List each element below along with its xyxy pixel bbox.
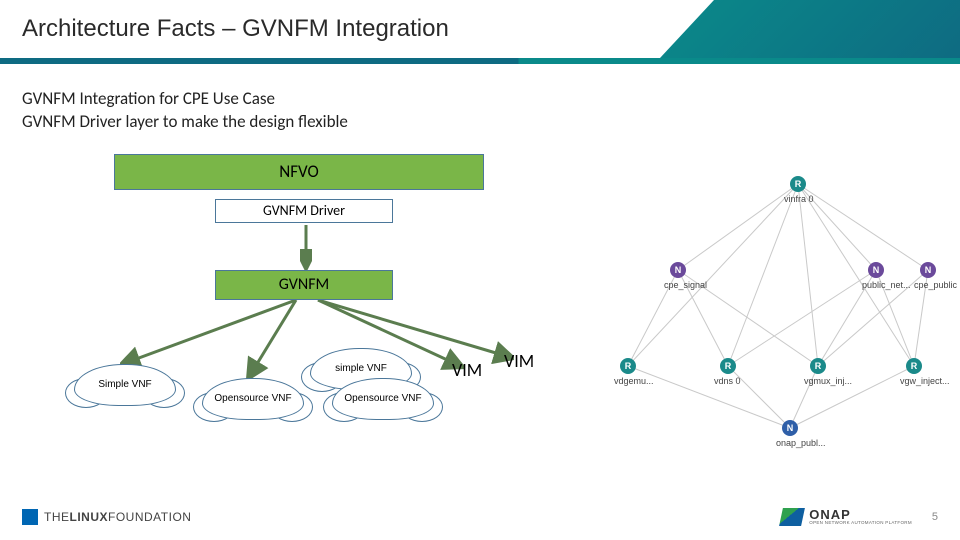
onap-icon (779, 508, 805, 526)
topo-node-R3: R (810, 358, 826, 374)
arrow-driver-to-gvnfm (300, 225, 312, 270)
topology-graph: Rvinfra 0Ncpe_signalNpublic_net...Ncpe_p… (600, 170, 940, 440)
cloud-opensource-vnf-1: Opensource VNF (202, 378, 304, 420)
linux-linux: LINUX (70, 510, 109, 524)
topo-caption-R2: vdns 0 (714, 376, 741, 386)
cloud-opensource-vnf-2: Opensource VNF (332, 378, 434, 420)
description-line-1: GVNFM Integration for CPE Use Case (22, 88, 938, 111)
description-line-2: GVNFM Driver layer to make the design fl… (22, 111, 938, 134)
topo-node-onap_publ: N (782, 420, 798, 436)
page-title: Architecture Facts – GVNFM Integration (22, 15, 449, 43)
topo-caption-R1: vdgemu... (614, 376, 654, 386)
arrow-gvnfm-to-opensource (244, 300, 304, 380)
topo-caption-R4: vgw_inject... (900, 376, 950, 386)
topo-node-cpe_signal: N (670, 262, 686, 278)
topology-edges (600, 170, 940, 440)
topo-node-cpe_public: N (920, 262, 936, 278)
topo-caption-public_net: public_net... (862, 280, 911, 290)
cloud-simple-vnf: Simple VNF (74, 364, 176, 406)
title-bar: Architecture Facts – GVNFM Integration (0, 0, 960, 58)
title-banner (660, 0, 960, 58)
footer: THELINUXFOUNDATION ONAP OPEN NETWORK AUT… (0, 502, 960, 532)
vim-label-1: VIM (452, 359, 482, 381)
topo-node-public_net: N (868, 262, 884, 278)
topo-caption-cpe_public: cpe_public (914, 280, 957, 290)
topo-node-R_top: R (790, 176, 806, 192)
topo-caption-onap_publ: onap_publ... (776, 438, 826, 448)
onap-logo: ONAP OPEN NETWORK AUTOMATION PLATFORM 5 (781, 508, 938, 526)
gvnfm-box: GVNFM (215, 270, 393, 300)
linux-foundation-logo: THELINUXFOUNDATION (22, 509, 191, 525)
linux-the: THE (44, 510, 70, 524)
vim-label-2: VIM (504, 350, 534, 372)
onap-subtitle: OPEN NETWORK AUTOMATION PLATFORM (809, 521, 912, 526)
gvnfm-driver-box: GVNFM Driver (215, 199, 393, 223)
topo-caption-cpe_signal: cpe_signal (664, 280, 707, 290)
page-number: 5 (932, 511, 938, 523)
topo-node-R1: R (620, 358, 636, 374)
nfvo-box: NFVO (114, 154, 484, 190)
linux-foundation: FOUNDATION (108, 510, 191, 524)
topo-caption-R3: vgmux_inj... (804, 376, 852, 386)
topo-caption-R_top: vinfra 0 (784, 194, 814, 204)
topo-node-R2: R (720, 358, 736, 374)
topo-node-R4: R (906, 358, 922, 374)
linux-foundation-icon (22, 509, 38, 525)
